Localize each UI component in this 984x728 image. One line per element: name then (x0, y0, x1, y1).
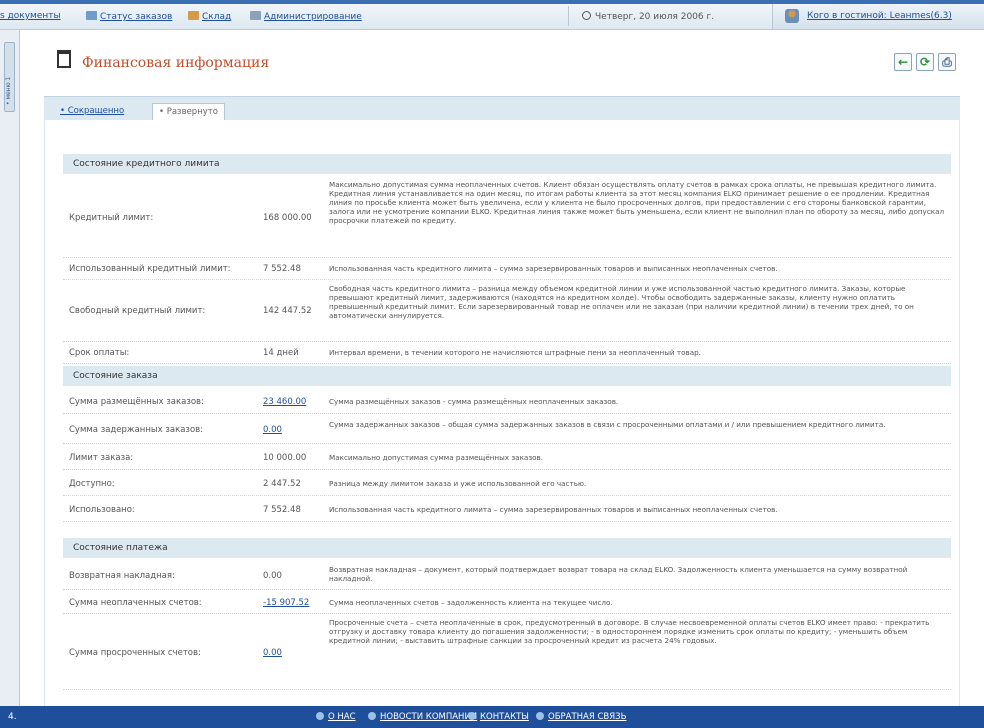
footer-contacts-link[interactable]: КОНТАКТЫ (468, 712, 529, 722)
row-description: Разница между лимитом заказа и уже испол… (329, 479, 587, 488)
row-value: 7 552.48 (263, 505, 301, 515)
row-label: Срок оплаты: (69, 348, 130, 358)
nav-order-status-link[interactable]: Статус заказов (86, 11, 172, 22)
row-label: Сумма неоплаченных счетов: (69, 598, 202, 608)
user-link[interactable]: Кого в гостиной: Lеанmes(6.3) (807, 11, 952, 21)
row-description: Использованная часть кредитного лимита –… (329, 505, 778, 514)
table-row: Возвратная накладная: 0.00 Возвратная на… (63, 560, 951, 590)
row-label: Сумма просроченных счетов: (69, 648, 201, 658)
table-row: Сумма размещённых заказов: 23 460.00 Сум… (63, 388, 951, 414)
section-payment-status-header: Состояние платежа (63, 538, 951, 558)
row-value: 168 000.00 (263, 213, 312, 223)
order-status-icon (86, 11, 97, 20)
nav-order-status-label: Статус заказов (100, 12, 173, 22)
overdue-invoices-link[interactable]: 0.00 (263, 648, 282, 658)
footer-feedback-label: ОБРАТНАЯ СВЯЗЬ (548, 712, 627, 722)
placed-orders-link[interactable]: 23 460.00 (263, 397, 306, 407)
nav-admin-label: Администрирование (264, 12, 362, 22)
warehouse-icon (188, 11, 199, 20)
page-title: Финансовая информация (82, 55, 270, 71)
sidebar-toggle-tab[interactable]: • меню 1 (4, 42, 15, 112)
table-row: Использованный кредитный лимит: 7 552.48… (63, 258, 951, 280)
current-date: Четверг, 20 июля 2006 г. (582, 11, 714, 22)
footer-news-link[interactable]: НОВОСТИ КОМПАНИИ (368, 712, 477, 722)
back-button[interactable]: ← (894, 53, 912, 71)
tab-compact[interactable]: • Сокращенно (54, 103, 130, 121)
footer-bar: 4. О НАС НОВОСТИ КОМПАНИИ КОНТАКТЫ ОБРАТ… (0, 706, 984, 728)
about-icon (316, 712, 324, 720)
section-order-status-header: Состояние заказа (63, 366, 951, 386)
held-orders-link[interactable]: 0.00 (263, 425, 282, 435)
footer-news-label: НОВОСТИ КОМПАНИИ (380, 712, 478, 722)
page-header: Финансовая информация ← ⟳ ⎙ (24, 40, 984, 88)
row-value: 2 447.52 (263, 479, 301, 489)
nav-warehouse-link[interactable]: Склад (188, 11, 231, 22)
row-value: 142 447.52 (263, 306, 312, 316)
row-label: Свободный кредитный лимит: (69, 306, 206, 316)
row-value: 0.00 (263, 571, 282, 581)
row-label: Использованный кредитный лимит: (69, 264, 231, 274)
row-value: 10 000.00 (263, 453, 307, 463)
section-credit-limit-header: Состояние кредитного лимита (63, 154, 951, 174)
nav-warehouse-label: Склад (202, 12, 232, 22)
row-description: Максимально допустимая сумма размещённых… (329, 453, 544, 462)
footer-contacts-label: КОНТАКТЫ (480, 712, 529, 722)
row-label: Доступно: (69, 479, 115, 489)
row-description: Интервал времени, в течении которого не … (329, 348, 701, 357)
admin-icon (250, 11, 261, 20)
news-icon (368, 712, 376, 720)
left-sidebar-strip: • меню 1 (0, 30, 20, 706)
footer-about-link[interactable]: О НАС (316, 712, 356, 722)
row-description: Просроченные счета – счета неоплаченные … (329, 618, 930, 645)
table-row: Лимит заказа: 10 000.00 Максимально допу… (63, 444, 951, 470)
row-description: Сумма неоплаченных счетов – задолженност… (329, 598, 613, 607)
footer-feedback-link[interactable]: ОБРАТНАЯ СВЯЗЬ (536, 712, 626, 722)
mail-icon (468, 712, 476, 720)
nav-documents-link[interactable]: s документы (0, 11, 61, 21)
nav-admin-link[interactable]: Администрирование (250, 11, 362, 22)
row-label: Лимит заказа: (69, 453, 134, 463)
row-value: 14 дней (263, 348, 299, 358)
main-content: Состояние кредитного лимита Кредитный ли… (44, 120, 960, 706)
row-label: Сумма размещённых заказов: (69, 397, 204, 407)
table-row: Сумма задержанных заказов: 0.00 Сумма за… (63, 414, 951, 444)
row-label: Сумма задержанных заказов: (69, 425, 204, 435)
row-label: Кредитный лимит: (69, 213, 154, 223)
clock-icon (582, 11, 591, 20)
user-icon (785, 9, 799, 23)
table-row: Использовано: 7 552.48 Использованная ча… (63, 496, 951, 522)
unpaid-invoices-link[interactable]: -15 907.52 (263, 598, 309, 608)
footer-edge-text: 4. (8, 712, 17, 722)
table-row: Сумма просроченных счетов: 0.00 Просроче… (63, 614, 951, 690)
row-value: 7 552.48 (263, 264, 301, 274)
row-description: Сумма задержанных заказов – общая сумма … (329, 420, 886, 429)
row-description: Максимально допустимая сумма неоплаченны… (329, 180, 945, 225)
row-label: Возвратная накладная: (69, 571, 175, 581)
table-row: Сумма неоплаченных счетов: -15 907.52 Су… (63, 590, 951, 614)
document-icon (57, 50, 71, 68)
table-row: Доступно: 2 447.52 Разница между лимитом… (63, 470, 951, 496)
row-description: Сумма размещённых заказов - сумма размещ… (329, 397, 619, 406)
feedback-icon (536, 712, 544, 720)
user-box: Кого в гостиной: Lеанmes(6.3) (772, 4, 984, 29)
row-description: Возвратная накладная – документ, который… (329, 565, 908, 583)
refresh-button[interactable]: ⟳ (916, 53, 934, 71)
print-button[interactable]: ⎙ (938, 53, 956, 71)
view-tabs: • Сокращенно • Развернуто (44, 96, 960, 121)
footer-about-label: О НАС (328, 712, 356, 722)
row-description: Свободная часть кредитного лимита – разн… (329, 284, 914, 320)
nav-divider (568, 6, 569, 26)
row-description: Использованная часть кредитного лимита –… (329, 264, 778, 273)
top-nav-bar: s документы Статус заказов Склад Админис… (0, 0, 984, 30)
current-date-text: Четверг, 20 июля 2006 г. (595, 12, 715, 22)
sidebar-toggle-label: • меню 1 (5, 76, 12, 105)
table-row: Кредитный лимит: 168 000.00 Максимально … (63, 176, 951, 258)
table-row: Свободный кредитный лимит: 142 447.52 Св… (63, 280, 951, 342)
tab-expanded[interactable]: • Развернуто (152, 103, 225, 121)
table-row: Срок оплаты: 14 дней Интервал времени, в… (63, 342, 951, 364)
row-label: Использовано: (69, 505, 135, 515)
